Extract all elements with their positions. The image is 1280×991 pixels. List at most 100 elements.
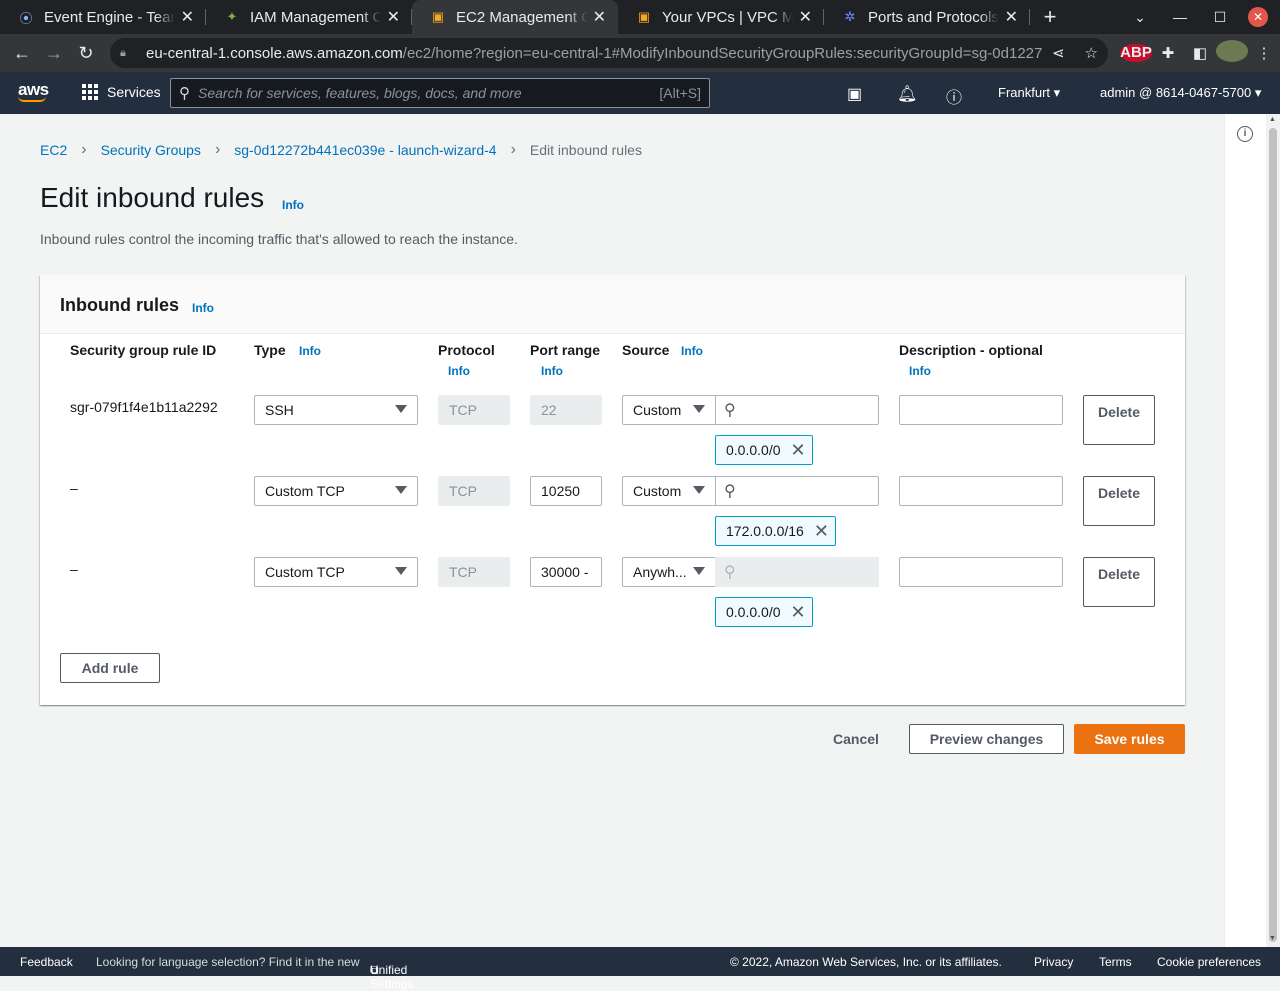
new-tab-icon[interactable]: +: [1030, 0, 1070, 34]
terms-link[interactable]: Terms: [1099, 955, 1132, 969]
scrollbar-thumb[interactable]: [1269, 128, 1277, 942]
minimize-icon[interactable]: —: [1160, 9, 1200, 25]
bookmark-star-icon[interactable]: ☆: [1085, 44, 1098, 62]
close-tab-icon[interactable]: ✕: [593, 7, 606, 27]
help-icon[interactable]: ⓘ: [946, 84, 962, 108]
source-cidr-search[interactable]: ⚲: [715, 395, 879, 425]
browser-tab[interactable]: ⦿ Event Engine - Team Dashboard ✕: [0, 0, 206, 34]
port-range-input[interactable]: 30000 -: [530, 557, 602, 587]
delete-rule-button[interactable]: Delete: [1083, 557, 1155, 607]
browser-toolbar: ← → ↻ 🔒︎ eu-central-1.console.aws.amazon…: [0, 34, 1280, 72]
tab-search-icon[interactable]: ⌄: [1120, 9, 1160, 26]
maximize-icon[interactable]: ☐: [1200, 9, 1240, 26]
services-menu[interactable]: Services: [82, 84, 161, 100]
page-info-link[interactable]: Info: [282, 198, 304, 212]
rule-id: sgr-079f1f4e1b11a2292: [70, 399, 218, 415]
extensions-puzzle-icon[interactable]: ✚: [1152, 44, 1184, 62]
protocol-info-link[interactable]: Info: [448, 364, 470, 378]
preview-changes-button[interactable]: Preview changes: [909, 724, 1064, 754]
search-icon: ⚲: [724, 402, 736, 419]
source-info-link[interactable]: Info: [681, 344, 703, 358]
services-label: Services: [107, 84, 161, 100]
adblock-icon[interactable]: ABP: [1120, 44, 1152, 62]
info-icon[interactable]: i: [1237, 126, 1253, 142]
cookie-preferences-link[interactable]: Cookie preferences: [1157, 955, 1261, 969]
browser-tab[interactable]: ✲ Ports and Protocols | Kubernetes ✕: [824, 0, 1030, 34]
scroll-down-icon[interactable]: ▼: [1269, 935, 1276, 942]
chevron-right-icon: ›: [510, 141, 516, 158]
scroll-up-icon[interactable]: ▲: [1269, 116, 1276, 123]
iam-icon: ✦: [226, 9, 238, 24]
chevron-right-icon: ›: [81, 141, 87, 158]
browser-menu-icon[interactable]: ⋮: [1248, 44, 1280, 62]
source-type-select[interactable]: Custom: [622, 395, 716, 425]
browser-tab[interactable]: ▣ Your VPCs | VPC Management Console ✕: [618, 0, 824, 34]
remove-token-icon[interactable]: ✕: [791, 440, 806, 461]
account-label: admin @ 8614-0467-5700: [1100, 85, 1252, 100]
type-value: Custom TCP: [265, 564, 345, 580]
save-rules-button[interactable]: Save rules: [1074, 724, 1185, 754]
aws-search-input[interactable]: ⚲ Search for services, features, blogs, …: [170, 78, 710, 108]
panel-info-link[interactable]: Info: [192, 301, 214, 315]
type-select[interactable]: Custom TCP: [254, 557, 418, 587]
window-close-icon[interactable]: ✕: [1248, 7, 1268, 27]
side-panel-icon[interactable]: ◧: [1184, 44, 1216, 62]
cloudshell-icon[interactable]: ▣: [847, 84, 862, 104]
close-tab-icon[interactable]: ✕: [1005, 7, 1018, 27]
close-tab-icon[interactable]: ✕: [387, 7, 400, 27]
region-selector[interactable]: Frankfurt ▾: [998, 85, 1060, 101]
reload-icon[interactable]: ↻: [70, 43, 102, 64]
notifications-bell-icon[interactable]: 🔔︎: [897, 84, 917, 104]
account-menu[interactable]: admin @ 8614-0467-5700 ▾: [1100, 85, 1261, 101]
description-input[interactable]: [899, 557, 1063, 587]
source-cidr-search[interactable]: ⚲: [715, 476, 879, 506]
description-input[interactable]: [899, 476, 1063, 506]
description-input[interactable]: [899, 395, 1063, 425]
forward-icon[interactable]: →: [38, 43, 70, 64]
type-select[interactable]: SSH: [254, 395, 418, 425]
port-range-input[interactable]: 10250: [530, 476, 602, 506]
caret-down-icon: [693, 567, 705, 575]
type-info-link[interactable]: Info: [299, 344, 321, 358]
delete-rule-button[interactable]: Delete: [1083, 395, 1155, 445]
add-rule-button[interactable]: Add rule: [60, 653, 160, 683]
port-range-info-link[interactable]: Info: [541, 364, 563, 378]
aws-logo[interactable]: aws: [18, 80, 49, 102]
tab-title: Event Engine - Team Dashboard: [44, 8, 175, 26]
delete-rule-button[interactable]: Delete: [1083, 476, 1155, 526]
cidr-token: 0.0.0.0/0 ✕: [715, 435, 813, 465]
scrollbar[interactable]: ▲ ▼: [1266, 114, 1280, 947]
close-tab-icon[interactable]: ✕: [799, 7, 812, 27]
caret-down-icon: [395, 567, 407, 575]
back-icon[interactable]: ←: [6, 43, 38, 64]
kubernetes-icon: ✲: [844, 9, 856, 24]
share-icon[interactable]: ⋖: [1052, 44, 1065, 62]
profile-avatar[interactable]: [1216, 40, 1248, 66]
feedback-link[interactable]: Feedback: [20, 955, 73, 969]
cancel-button[interactable]: Cancel: [833, 731, 879, 747]
close-tab-icon[interactable]: ✕: [181, 7, 194, 27]
extensions-area: ABP ✚ ◧ ⋮: [1120, 34, 1280, 72]
tab-title: EC2 Management Console: [456, 8, 587, 26]
type-select[interactable]: Custom TCP: [254, 476, 418, 506]
breadcrumb-security-groups[interactable]: Security Groups: [101, 142, 201, 158]
breadcrumb-security-group[interactable]: sg-0d12272b441ec039e - launch-wizard-4: [234, 142, 496, 158]
browser-tab-active[interactable]: ▣ EC2 Management Console ✕: [412, 0, 618, 34]
remove-token-icon[interactable]: ✕: [814, 521, 829, 542]
remove-token-icon[interactable]: ✕: [791, 602, 806, 623]
source-type-value: Custom: [633, 402, 682, 418]
description-info-link[interactable]: Info: [909, 364, 931, 378]
tab-title: Ports and Protocols | Kubernetes: [868, 8, 999, 26]
console-footer: Feedback Looking for language selection?…: [0, 947, 1280, 991]
column-rule-id: Security group rule ID: [70, 342, 217, 358]
address-bar[interactable]: 🔒︎ eu-central-1.console.aws.amazon.com /…: [110, 38, 1108, 68]
breadcrumb-ec2[interactable]: EC2: [40, 142, 67, 158]
browser-tab[interactable]: ✦ IAM Management Console ✕: [206, 0, 412, 34]
inbound-rules-panel: Inbound rules Info Security group rule I…: [40, 275, 1185, 705]
privacy-link[interactable]: Privacy: [1034, 955, 1073, 969]
lock-icon: 🔒︎: [120, 46, 126, 59]
source-type-select[interactable]: Anywh...: [622, 557, 716, 587]
search-placeholder: Search for services, features, blogs, do…: [198, 85, 522, 101]
source-type-select[interactable]: Custom: [622, 476, 716, 506]
url-path: /ec2/home?region=eu-central-1#ModifyInbo…: [402, 44, 1042, 62]
